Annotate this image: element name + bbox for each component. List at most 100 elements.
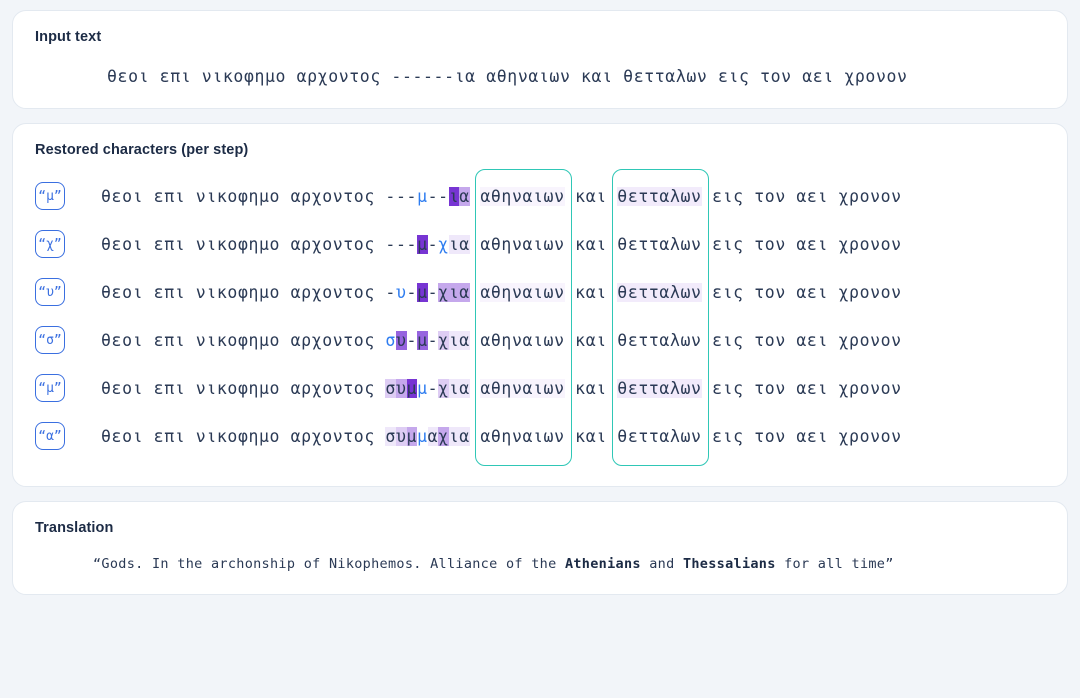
restored-gap: ---μ-χια (385, 234, 470, 254)
restored-char: υ (395, 330, 407, 350)
step-suffix: εις τον αει χρονον (701, 282, 902, 302)
restored-step-row: “σ” θεοι επι νικοφημο αρχοντος συ-μ-χια α… (35, 316, 1045, 364)
word-kai: και (564, 282, 618, 302)
word-kai: και (564, 426, 618, 446)
input-text-title: Input text (35, 29, 102, 45)
step-prefix: θεοι επι νικοφημο αρχοντος (101, 330, 386, 350)
restored-char: - (427, 330, 439, 350)
restored-char: μ (417, 426, 428, 446)
restored-char: - (406, 330, 418, 350)
input-text-value: θεοι επι νικοφημο αρχοντος ------ια αθην… (107, 67, 908, 86)
restored-characters-card: Restored characters (per step) “μ” θεοι ε… (12, 123, 1068, 487)
restored-char: μ (406, 378, 418, 398)
restored-char: μ (417, 282, 428, 302)
restored-char: - (438, 186, 449, 206)
restored-char-badge[interactable]: “μ” (35, 374, 65, 402)
restored-char: - (395, 186, 407, 206)
step-suffix: εις τον αει χρονον (701, 330, 902, 350)
word-kai: και (564, 330, 618, 350)
word-thessalians: θετταλων (617, 282, 702, 302)
step-prefix: θεοι επι νικοφημο αρχοντος (101, 426, 386, 446)
restored-char: - (406, 234, 418, 254)
word-athenians: αθηναιων (480, 234, 565, 254)
restored-char: μ (417, 186, 428, 206)
restored-char: ι (448, 426, 460, 446)
step-prefix: θεοι επι νικοφημο αρχοντος (101, 234, 386, 254)
restored-characters-title: Restored characters (per step) (35, 142, 249, 158)
restored-char: υ (395, 378, 407, 398)
word-thessalians: θετταλων (617, 426, 702, 446)
restored-char-badge[interactable]: “σ” (35, 326, 65, 354)
translation-title: Translation (35, 520, 114, 536)
restored-step-row: “α” θεοι επι νικοφημο αρχοντος συμμαχια α… (35, 412, 1045, 460)
restored-char: ι (448, 186, 460, 206)
word-kai: και (564, 378, 618, 398)
restored-char: χ (438, 426, 449, 446)
step-prefix: θεοι επι νικοφημο αρχοντος (101, 282, 386, 302)
restored-char: υ (395, 282, 407, 302)
restored-char: α (459, 282, 470, 302)
restored-char: α (459, 330, 470, 350)
restored-char: υ (395, 426, 407, 446)
restored-step-text: θεοι επι νικοφημο αρχοντος συ-μ-χια αθην… (101, 330, 902, 350)
restored-char-badge[interactable]: “μ” (35, 182, 65, 210)
restored-gap: ---μ--ια (385, 186, 470, 206)
restored-char: χ (438, 330, 449, 350)
translation-fragment: and (640, 556, 683, 572)
translation-card: Translation “Gods. In the archonship of … (12, 501, 1068, 595)
step-suffix: εις τον αει χρονον (701, 234, 902, 254)
step-prefix: θεοι επι νικοφημο αρχοντος (101, 186, 386, 206)
restored-steps-list: “μ” θεοι επι νικοφημο αρχοντος ---μ--ια α… (35, 168, 1045, 466)
restoration-viewer: Input text θεοι επι νικοφημο αρχοντος --… (0, 0, 1080, 698)
restored-char: χ (438, 378, 449, 398)
word-thessalians: θετταλων (617, 330, 702, 350)
restored-step-text: θεοι επι νικοφημο αρχοντος συμμ-χια αθην… (101, 378, 902, 398)
restored-gap: συ-μ-χια (385, 330, 470, 350)
restored-step-text: θεοι επι νικοφημο αρχοντος ---μ-χια αθην… (101, 234, 902, 254)
translation-fragment: “Gods. In the archonship of Nikophemos. … (93, 556, 565, 572)
step-suffix: εις τον αει χρονον (701, 186, 902, 206)
word-athenians: αθηναιων (480, 378, 565, 398)
step-suffix: εις τον αει χρονον (701, 426, 902, 446)
restored-char: - (385, 234, 396, 254)
restored-char: α (427, 426, 439, 446)
step-suffix: εις τον αει χρονον (701, 378, 902, 398)
restored-char: ι (448, 282, 460, 302)
restored-step-row: “μ” θεοι επι νικοφημο αρχοντος συμμ-χια α… (35, 364, 1045, 412)
restored-char: - (427, 234, 439, 254)
word-athenians: αθηναιων (480, 186, 565, 206)
restored-char: μ (417, 234, 428, 254)
restored-char-badge[interactable]: “χ” (35, 230, 65, 258)
restored-step-row: “χ” θεοι επι νικοφημο αρχοντος ---μ-χια α… (35, 220, 1045, 268)
restored-step-text: θεοι επι νικοφημο αρχοντος συμμαχια αθην… (101, 426, 902, 446)
restored-char: ι (448, 234, 460, 254)
word-thessalians: θετταλων (617, 234, 702, 254)
restored-char-badge[interactable]: “α” (35, 422, 65, 450)
word-athenians: αθηναιων (480, 426, 565, 446)
restored-step-text: θεοι επι νικοφημο αρχοντος -υ-μ-χια αθην… (101, 282, 902, 302)
restored-char: α (459, 378, 470, 398)
restored-char: χ (438, 282, 449, 302)
restored-char: - (427, 378, 439, 398)
restored-gap: -υ-μ-χια (385, 282, 470, 302)
restored-char: α (459, 186, 470, 206)
word-athenians: αθηναιων (480, 330, 565, 350)
restored-char: - (385, 282, 396, 302)
restored-char: ι (448, 378, 460, 398)
restored-char: σ (385, 378, 396, 398)
restored-step-row: “υ” θεοι επι νικοφημο αρχοντος -υ-μ-χια α… (35, 268, 1045, 316)
restored-char-badge[interactable]: “υ” (35, 278, 65, 306)
word-thessalians: θετταλων (617, 378, 702, 398)
restored-step-text: θεοι επι νικοφημο αρχοντος ---μ--ια αθην… (101, 186, 902, 206)
translation-emphasis: Thessalians (682, 556, 776, 572)
restored-char: - (406, 282, 418, 302)
word-thessalians: θετταλων (617, 186, 702, 206)
step-prefix: θεοι επι νικοφημο αρχοντος (101, 378, 386, 398)
word-kai: και (564, 234, 618, 254)
restored-char: - (395, 234, 407, 254)
